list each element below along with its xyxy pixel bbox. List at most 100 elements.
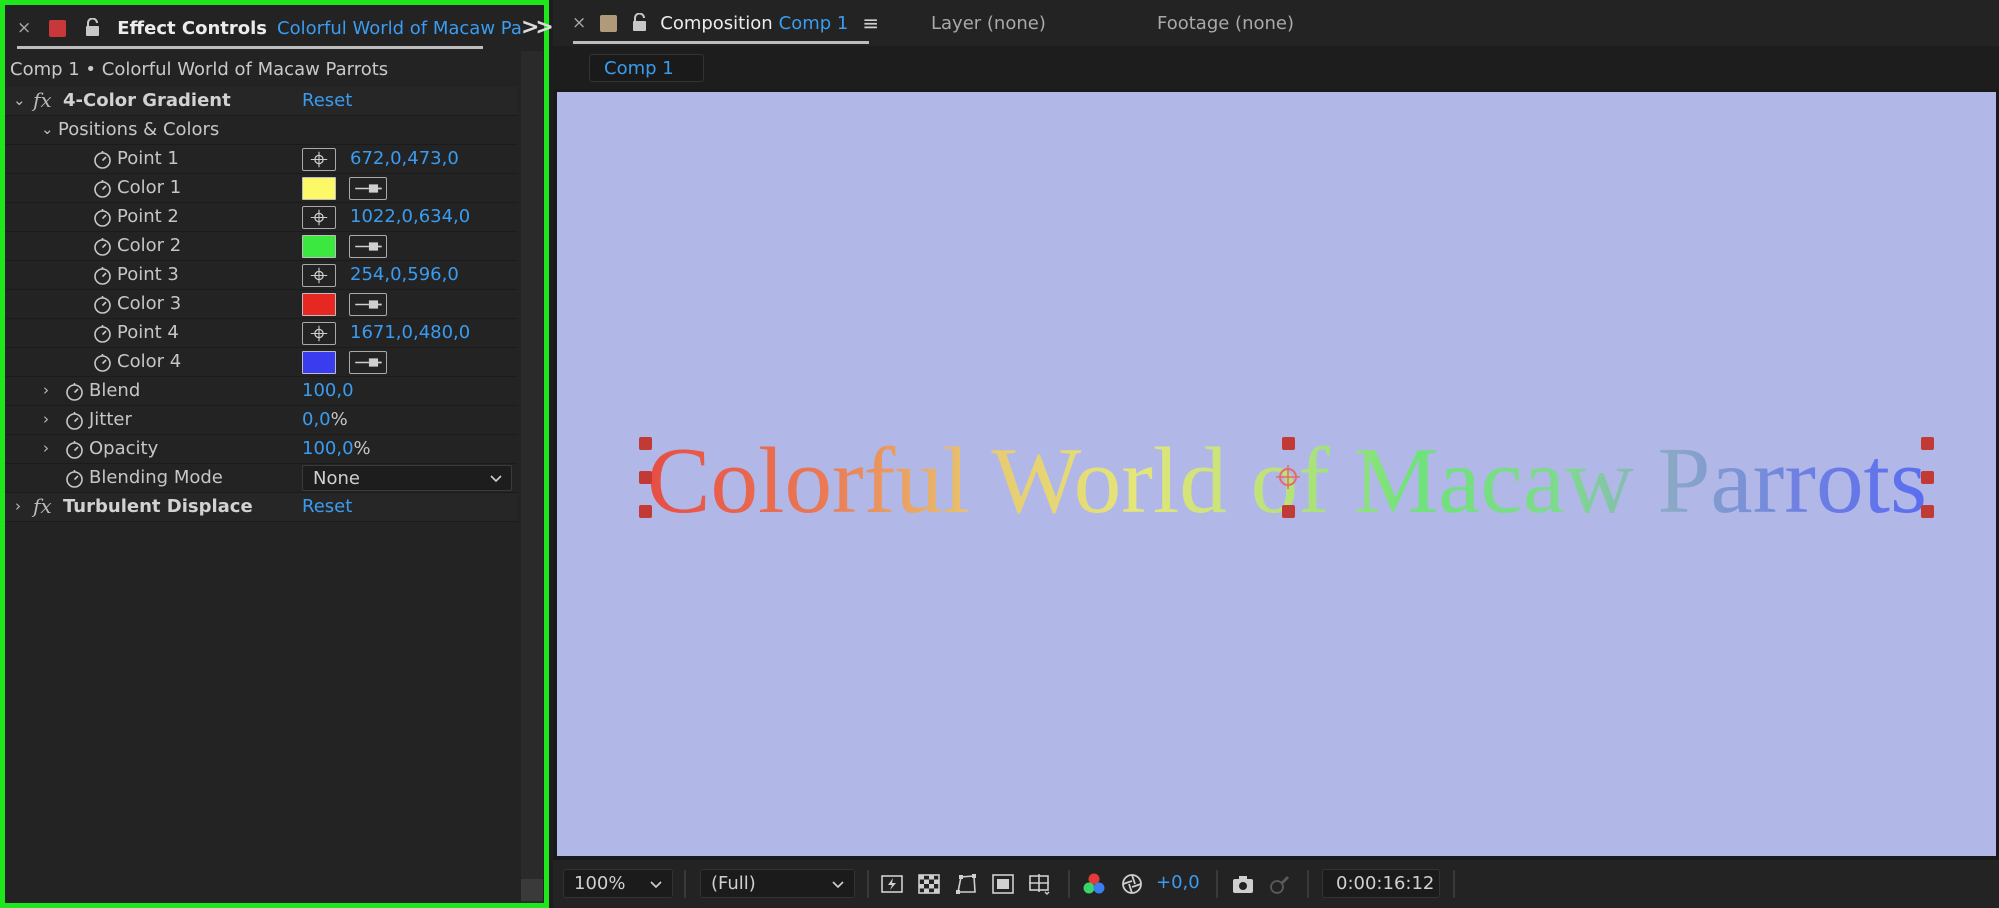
stopwatch-icon[interactable] bbox=[65, 411, 84, 430]
crosshair-icon[interactable] bbox=[302, 264, 336, 287]
param-row-point-2: Point 2 1022,0,634,0 bbox=[5, 203, 518, 232]
lock-icon[interactable] bbox=[84, 18, 101, 38]
resolution-select[interactable]: (Full) bbox=[700, 869, 855, 898]
param-row-opacity: › Opacity 100,0% bbox=[5, 435, 518, 464]
grid-guides-icon[interactable] bbox=[1028, 872, 1052, 896]
current-time-display[interactable]: 0:00:16:12 bbox=[1322, 869, 1440, 898]
text-layer[interactable]: Colorful World of Macaw Parrots bbox=[557, 92, 1996, 856]
show-snapshot-icon[interactable] bbox=[1267, 872, 1291, 896]
close-icon[interactable]: × bbox=[17, 18, 31, 38]
eyedropper-icon[interactable] bbox=[349, 351, 387, 374]
select-value: 100% bbox=[574, 873, 626, 894]
effect-controls-tab[interactable]: × Effect Controls Colorful World of Maca… bbox=[17, 5, 523, 51]
blending-mode-select[interactable]: None bbox=[302, 465, 512, 491]
param-label: Color 3 bbox=[117, 293, 182, 314]
lock-icon[interactable] bbox=[631, 13, 648, 33]
scrollbar[interactable] bbox=[521, 51, 543, 903]
mask-visibility-icon[interactable] bbox=[954, 872, 978, 896]
reset-button[interactable]: Reset bbox=[302, 90, 352, 111]
comp-navigator-label: Comp 1 bbox=[604, 58, 674, 79]
param-label: Point 4 bbox=[117, 322, 179, 343]
close-icon[interactable]: × bbox=[572, 13, 586, 33]
param-row-color-2: Color 2 bbox=[5, 232, 518, 261]
exposure-value[interactable]: +0,0 bbox=[1156, 872, 1200, 893]
stopwatch-icon[interactable] bbox=[93, 266, 112, 285]
color-swatch[interactable] bbox=[302, 351, 336, 374]
stopwatch-icon[interactable] bbox=[93, 150, 112, 169]
stopwatch-icon[interactable] bbox=[93, 353, 112, 372]
tab-comp-name: Comp 1 bbox=[778, 12, 849, 34]
tab-footage[interactable]: Footage (none) bbox=[1157, 0, 1294, 46]
chevron-right-icon[interactable]: › bbox=[43, 410, 49, 428]
chevron-right-icon[interactable]: › bbox=[43, 439, 49, 457]
effect-row-4-color-gradient[interactable]: ⌄ fx 4-Color Gradient Reset bbox=[5, 87, 518, 116]
param-label: Point 3 bbox=[117, 264, 179, 285]
opacity-value[interactable]: 100,0% bbox=[302, 438, 371, 459]
group-row-positions-colors[interactable]: ⌄ Positions & Colors bbox=[5, 116, 518, 145]
param-row-blending-mode: Blending Mode None bbox=[5, 464, 518, 493]
transparency-grid-icon[interactable] bbox=[917, 872, 941, 896]
divider bbox=[1068, 870, 1070, 898]
tab-label: Composition bbox=[660, 12, 773, 34]
chevron-right-icon[interactable]: › bbox=[15, 497, 21, 515]
chevron-down-icon bbox=[490, 475, 502, 483]
menu-icon[interactable]: ≡ bbox=[862, 11, 879, 35]
stopwatch-icon[interactable] bbox=[93, 295, 112, 314]
param-row-point-1: Point 1 672,0,473,0 bbox=[5, 145, 518, 174]
color-swatch[interactable] bbox=[302, 235, 336, 258]
crosshair-icon[interactable] bbox=[302, 322, 336, 345]
chevron-down-icon[interactable]: ⌄ bbox=[41, 120, 54, 138]
comp-color-swatch bbox=[600, 14, 618, 32]
stopwatch-icon[interactable] bbox=[93, 237, 112, 256]
color-channels-icon[interactable] bbox=[1082, 872, 1106, 896]
param-label: Color 4 bbox=[117, 351, 182, 372]
composition-canvas[interactable]: Colorful World of Macaw Parrots bbox=[557, 92, 1996, 856]
divider bbox=[1453, 870, 1455, 898]
composition-viewer[interactable]: Colorful World of Macaw Parrots bbox=[553, 89, 1999, 860]
fx-icon[interactable]: fx bbox=[33, 494, 52, 518]
stopwatch-icon[interactable] bbox=[93, 179, 112, 198]
param-row-color-3: Color 3 bbox=[5, 290, 518, 319]
effect-row-turbulent-displace[interactable]: › fx Turbulent Displace Reset bbox=[5, 493, 518, 522]
camera-snapshot-icon[interactable] bbox=[1231, 872, 1255, 896]
tab-label: Footage (none) bbox=[1157, 12, 1294, 34]
scrollbar-thumb[interactable] bbox=[521, 879, 543, 901]
chevron-down-icon[interactable]: ⌄ bbox=[13, 91, 26, 109]
eyedropper-icon[interactable] bbox=[349, 177, 387, 200]
stopwatch-icon[interactable] bbox=[93, 208, 112, 227]
tab-composition[interactable]: × Composition Comp 1 ≡ bbox=[572, 0, 879, 46]
crosshair-icon[interactable] bbox=[302, 206, 336, 229]
color-swatch[interactable] bbox=[302, 177, 336, 200]
select-value: (Full) bbox=[711, 873, 756, 894]
stopwatch-icon[interactable] bbox=[65, 469, 84, 488]
color-swatch[interactable] bbox=[302, 293, 336, 316]
stopwatch-icon[interactable] bbox=[93, 324, 112, 343]
crosshair-icon[interactable] bbox=[302, 148, 336, 171]
active-tab-underline bbox=[573, 41, 869, 44]
stopwatch-icon[interactable] bbox=[65, 382, 84, 401]
viewer-toolbar: 100% (Full) +0,0 0:00:16:12 bbox=[553, 860, 1999, 908]
region-of-interest-icon[interactable] bbox=[991, 872, 1015, 896]
zoom-select[interactable]: 100% bbox=[563, 869, 673, 898]
tab-layer[interactable]: Layer (none) bbox=[931, 0, 1046, 46]
param-row-point-3: Point 3 254,0,596,0 bbox=[5, 261, 518, 290]
eyedropper-icon[interactable] bbox=[349, 235, 387, 258]
comp-navigator-tab[interactable]: Comp 1 bbox=[589, 54, 704, 82]
jitter-value[interactable]: 0,0% bbox=[302, 409, 348, 430]
fx-icon[interactable]: fx bbox=[33, 88, 52, 112]
fast-previews-icon[interactable] bbox=[880, 872, 904, 896]
point-value[interactable]: 1022,0,634,0 bbox=[350, 206, 470, 227]
stopwatch-icon[interactable] bbox=[65, 440, 84, 459]
panel-overflow-chevron-icon[interactable]: >> bbox=[521, 15, 554, 40]
effect-name: Turbulent Displace bbox=[63, 496, 253, 517]
blend-value[interactable]: 100,0 bbox=[302, 380, 354, 401]
eyedropper-icon[interactable] bbox=[349, 293, 387, 316]
reset-exposure-icon[interactable] bbox=[1120, 872, 1144, 896]
chevron-right-icon[interactable]: › bbox=[43, 381, 49, 399]
point-value[interactable]: 672,0,473,0 bbox=[350, 148, 459, 169]
param-label: Color 2 bbox=[117, 235, 182, 256]
point-value[interactable]: 1671,0,480,0 bbox=[350, 322, 470, 343]
point-value[interactable]: 254,0,596,0 bbox=[350, 264, 459, 285]
reset-button[interactable]: Reset bbox=[302, 496, 352, 517]
timecode-value: 0:00:16:12 bbox=[1336, 873, 1435, 894]
